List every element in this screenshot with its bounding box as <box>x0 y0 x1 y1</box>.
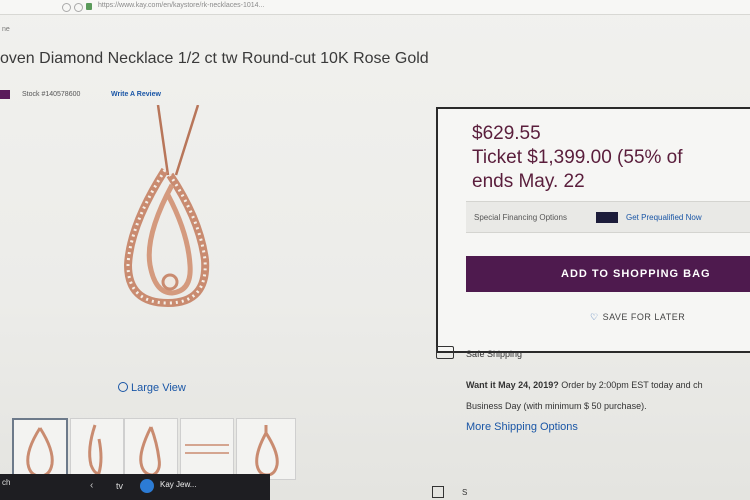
thumbnail-3[interactable] <box>124 418 178 480</box>
chevron-icon[interactable]: ‹ <box>90 480 93 491</box>
shipping-title: Safe Shipping <box>466 349 523 359</box>
address-bar[interactable]: https://www.kay.com/en/kaystore/rk-neckl… <box>0 0 750 15</box>
lock-icon <box>86 3 92 10</box>
taskbar-window-tab[interactable]: Kay Jew... <box>160 480 196 489</box>
store-pickup-label: S <box>462 488 468 497</box>
store-icon <box>432 486 444 498</box>
pendant-image[interactable] <box>110 105 230 315</box>
search-box-fragment[interactable]: ch <box>2 478 10 487</box>
save-for-later-label: SAVE FOR LATER <box>602 312 686 322</box>
large-view-link[interactable]: Large View <box>118 381 186 394</box>
magnifier-icon <box>118 382 128 392</box>
large-view-label: Large View <box>131 382 186 394</box>
stock-number: Stock #140578600 <box>22 91 81 98</box>
chain-graphic <box>156 105 200 176</box>
windows-taskbar: ch ‹ tv Kay Jew... <box>0 474 270 500</box>
thumbnail-5[interactable] <box>236 418 296 480</box>
more-shipping-link[interactable]: More Shipping Options <box>466 421 578 433</box>
ticket-price: Ticket $1,399.00 (55% of <box>472 147 683 168</box>
thumbnail-1[interactable] <box>12 418 68 482</box>
prequalify-link[interactable]: Get Prequalified Now <box>626 213 702 222</box>
edge-browser-icon[interactable] <box>140 479 154 493</box>
delivery-condition: Business Day (with minimum $ 50 purchase… <box>466 401 647 411</box>
delivery-order-by: Order by 2:00pm EST today and ch <box>558 380 703 390</box>
write-review-link[interactable]: Write A Review <box>111 91 161 98</box>
product-title: oven Diamond Necklace 1/2 ct tw Round-cu… <box>0 50 429 67</box>
center-diamond-graphic <box>161 273 179 291</box>
add-to-bag-button[interactable]: ADD TO SHOPPING BAG <box>466 256 750 292</box>
menu-fragment: ne <box>2 26 10 33</box>
save-for-later-button[interactable]: ♡ SAVE FOR LATER <box>590 312 685 323</box>
info-icon[interactable] <box>62 3 71 12</box>
brand-badge-icon <box>0 90 10 99</box>
sale-end-date: ends May. 22 <box>472 171 585 192</box>
thumbnail-2[interactable] <box>70 418 124 480</box>
price-panel: $629.55 Ticket $1,399.00 (55% of ends Ma… <box>436 107 750 353</box>
delivery-estimate: Want it May 24, 2019? Order by 2:00pm ES… <box>466 380 703 390</box>
sale-price: $629.55 <box>472 123 541 144</box>
delivery-date: Want it May 24, 2019? <box>466 380 559 390</box>
truck-icon <box>436 346 454 359</box>
credit-card-icon <box>596 212 618 223</box>
url-text[interactable]: https://www.kay.com/en/kaystore/rk-neckl… <box>98 2 264 9</box>
browser-screen: https://www.kay.com/en/kaystore/rk-neckl… <box>0 0 750 500</box>
thumbnail-4[interactable] <box>180 418 234 480</box>
heart-icon: ♡ <box>590 312 599 322</box>
task-view-button[interactable]: tv <box>116 481 123 491</box>
reload-icon[interactable] <box>74 3 83 12</box>
financing-label: Special Financing Options <box>474 213 567 222</box>
financing-row: Special Financing Options Get Prequalifi… <box>466 201 750 233</box>
